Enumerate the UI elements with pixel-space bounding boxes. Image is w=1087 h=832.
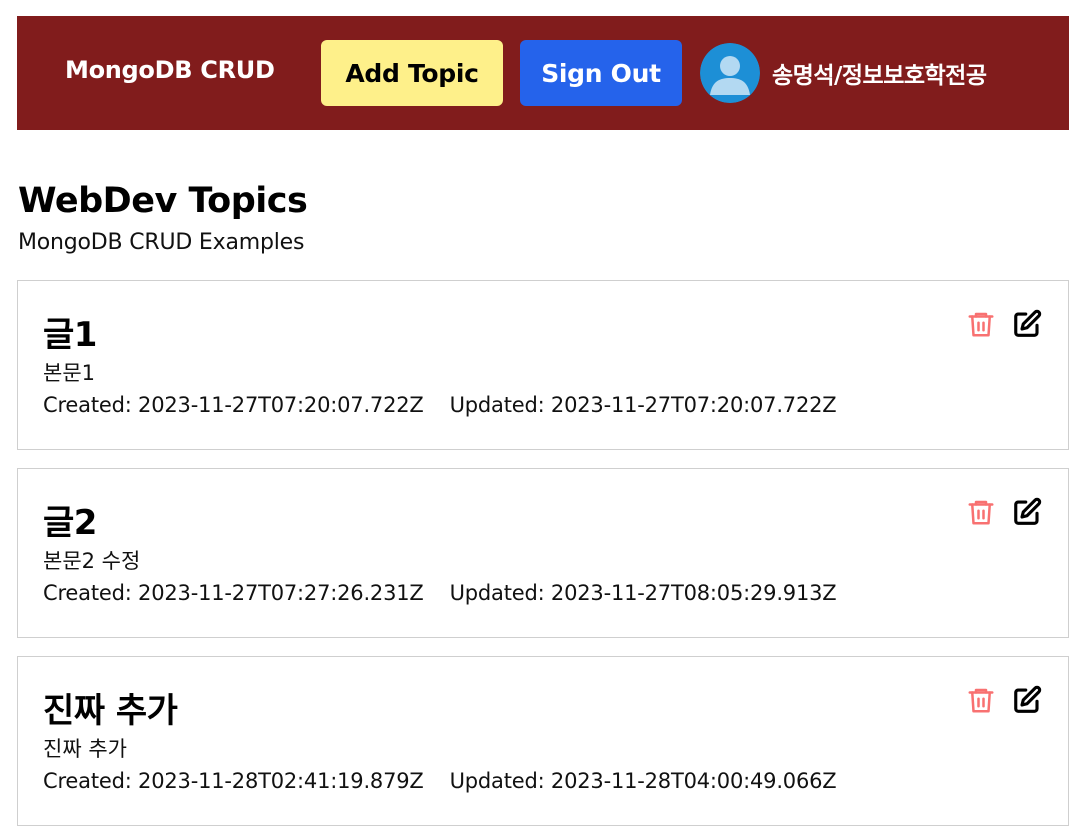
created-timestamp: Created: 2023-11-28T02:41:19.879Z [43, 769, 424, 793]
sign-out-button[interactable]: Sign Out [520, 40, 682, 106]
add-topic-button[interactable]: Add Topic [321, 40, 503, 106]
topic-title: 글1 [43, 315, 97, 355]
user-name: 송명석/정보보호학전공 [772, 63, 987, 89]
created-timestamp: Created: 2023-11-27T07:27:26.231Z [43, 581, 424, 605]
topic-title: 진짜 추가 [43, 691, 178, 731]
topic-timestamps: Created: 2023-11-28T02:41:19.879Z Updated… [43, 769, 837, 793]
created-timestamp: Created: 2023-11-27T07:20:07.722Z [43, 393, 424, 417]
trash-icon[interactable] [966, 497, 996, 527]
user-info: 송명석/정보보호학전공 [700, 43, 987, 103]
trash-icon[interactable] [966, 309, 996, 339]
topic-timestamps: Created: 2023-11-27T07:27:26.231Z Updated… [43, 581, 837, 605]
topic-timestamps: Created: 2023-11-27T07:20:07.722Z Updated… [43, 393, 837, 417]
topic-description: 본문1 [43, 361, 96, 385]
updated-timestamp: Updated: 2023-11-27T08:05:29.913Z [449, 581, 837, 605]
navbar: MongoDB CRUD Add Topic Sign Out 송명석/정보보호… [17, 16, 1069, 130]
topic-card: 진짜 추가 진짜 추가 Created: 2023-11-28T02:41:19… [17, 656, 1069, 826]
topic-title: 글2 [43, 503, 97, 543]
topic-actions [966, 497, 1042, 527]
page-title: WebDev Topics [18, 181, 308, 221]
page-subtitle: MongoDB CRUD Examples [18, 230, 305, 255]
topic-actions [966, 309, 1042, 339]
user-avatar-icon [700, 43, 760, 103]
updated-timestamp: Updated: 2023-11-28T04:00:49.066Z [449, 769, 837, 793]
trash-icon[interactable] [966, 685, 996, 715]
edit-icon[interactable] [1012, 309, 1042, 339]
edit-icon[interactable] [1012, 685, 1042, 715]
brand-link[interactable]: MongoDB CRUD [65, 56, 275, 84]
topic-actions [966, 685, 1042, 715]
updated-timestamp: Updated: 2023-11-27T07:20:07.722Z [449, 393, 837, 417]
topic-card: 글1 본문1 Created: 2023-11-27T07:20:07.722Z… [17, 280, 1069, 450]
edit-icon[interactable] [1012, 497, 1042, 527]
topic-description: 본문2 수정 [43, 549, 141, 573]
topic-description: 진짜 추가 [43, 737, 127, 761]
topic-card: 글2 본문2 수정 Created: 2023-11-27T07:27:26.2… [17, 468, 1069, 638]
